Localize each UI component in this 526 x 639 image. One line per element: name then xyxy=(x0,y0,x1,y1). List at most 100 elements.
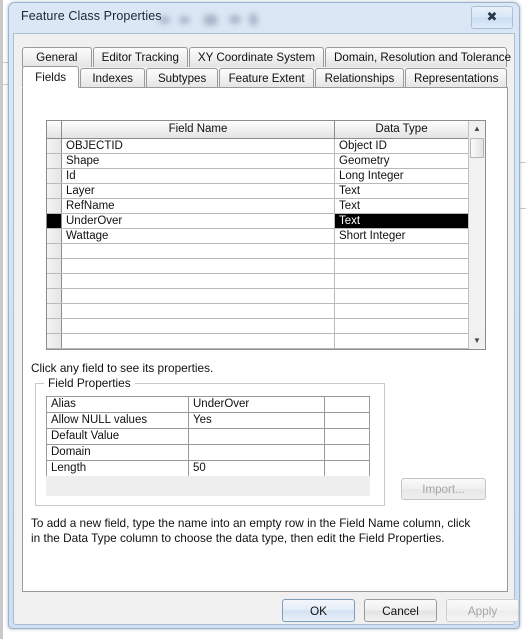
row-selector-cell[interactable] xyxy=(47,214,62,228)
fields-tab-panel: Field Name Data Type OBJECTID Object ID Sh… xyxy=(22,87,508,592)
tab-general[interactable]: General xyxy=(22,47,92,67)
field-grid-row[interactable] xyxy=(47,319,468,334)
row-selector-cell[interactable] xyxy=(47,199,62,213)
field-grid-row[interactable] xyxy=(47,289,468,304)
property-value[interactable]: UnderOver xyxy=(189,397,325,412)
row-selector-cell[interactable] xyxy=(47,274,62,288)
field-grid[interactable]: Field Name Data Type OBJECTID Object ID Sh… xyxy=(46,120,486,350)
tab-xy-coordinate-system[interactable]: XY Coordinate System xyxy=(188,47,324,67)
field-property-row[interactable]: Length 50 xyxy=(47,461,369,477)
apply-button[interactable]: Apply xyxy=(446,599,519,622)
row-selector-cell[interactable] xyxy=(47,319,62,333)
cell-data-type[interactable] xyxy=(335,274,468,288)
cell-data-type[interactable] xyxy=(335,244,468,258)
scrollbar-thumb[interactable] xyxy=(470,138,484,158)
property-extra-cell xyxy=(325,461,369,476)
property-value[interactable] xyxy=(189,445,325,460)
field-properties-group: Field Properties Alias UnderOver Allow NUL… xyxy=(35,376,385,506)
grid-corner-cell xyxy=(47,121,62,138)
cell-field-name[interactable]: Wattage xyxy=(62,229,335,243)
field-grid-row[interactable] xyxy=(47,304,468,319)
cell-field-name[interactable]: Id xyxy=(62,169,335,183)
row-selector-cell[interactable] xyxy=(47,289,62,303)
field-grid-row[interactable] xyxy=(47,259,468,274)
cell-field-name[interactable] xyxy=(62,259,335,273)
row-selector-cell[interactable] xyxy=(47,169,62,183)
cell-data-type[interactable] xyxy=(335,259,468,273)
cell-data-type[interactable]: Object ID xyxy=(335,139,468,153)
field-properties-title: Field Properties xyxy=(44,376,135,390)
cell-data-type[interactable] xyxy=(335,334,468,348)
desktop-edge-strip xyxy=(0,0,3,639)
field-grid-row[interactable] xyxy=(47,274,468,289)
tab-editor-tracking[interactable]: Editor Tracking xyxy=(92,47,188,67)
cell-data-type[interactable]: Long Integer xyxy=(335,169,468,183)
cell-field-name[interactable]: OBJECTID xyxy=(62,139,335,153)
cell-data-type[interactable] xyxy=(335,319,468,333)
row-selector-cell[interactable] xyxy=(47,244,62,258)
cell-field-name[interactable] xyxy=(62,244,335,258)
field-grid-row[interactable]: Id Long Integer xyxy=(47,169,468,184)
cell-data-type[interactable]: Text xyxy=(335,184,468,198)
row-selector-cell[interactable] xyxy=(47,139,62,153)
field-grid-scrollbar[interactable]: ▲ ▼ xyxy=(468,121,485,349)
import-button[interactable]: Import... xyxy=(401,478,486,500)
ok-button[interactable]: OK xyxy=(282,599,355,622)
field-property-row[interactable]: Alias UnderOver xyxy=(47,397,369,413)
cell-field-name[interactable] xyxy=(62,304,335,318)
row-selector-cell[interactable] xyxy=(47,184,62,198)
cell-data-type[interactable]: Text xyxy=(335,199,468,213)
tab-subtypes[interactable]: Subtypes xyxy=(146,68,219,88)
cell-data-type[interactable] xyxy=(335,289,468,303)
column-header-data-type[interactable]: Data Type xyxy=(335,121,468,138)
field-grid-row[interactable]: RefName Text xyxy=(47,199,468,214)
tab-representations[interactable]: Representations xyxy=(404,68,507,88)
field-properties-table[interactable]: Alias UnderOver Allow NULL values Yes Defaul… xyxy=(46,396,370,477)
tab-relationships[interactable]: Relationships xyxy=(314,68,404,88)
property-value[interactable]: Yes xyxy=(189,413,325,428)
cell-data-type[interactable]: Geometry xyxy=(335,154,468,168)
property-label: Alias xyxy=(47,397,189,412)
scroll-up-arrow-icon[interactable]: ▲ xyxy=(469,121,485,137)
redacted-title-suffix xyxy=(159,11,279,27)
row-selector-cell[interactable] xyxy=(47,304,62,318)
field-property-row[interactable]: Allow NULL values Yes xyxy=(47,413,369,429)
tab-fields[interactable]: Fields xyxy=(22,66,80,88)
field-grid-row[interactable]: Layer Text xyxy=(47,184,468,199)
cell-field-name[interactable]: Layer xyxy=(62,184,335,198)
cell-field-name[interactable] xyxy=(62,289,335,303)
field-property-row[interactable]: Default Value xyxy=(47,429,369,445)
row-selector-cell[interactable] xyxy=(47,154,62,168)
property-value[interactable]: 50 xyxy=(189,461,325,476)
cell-field-name[interactable] xyxy=(62,334,335,348)
tab-indexes[interactable]: Indexes xyxy=(80,68,146,88)
cell-data-type[interactable]: Text xyxy=(335,214,468,228)
cell-data-type[interactable]: Short Integer xyxy=(335,229,468,243)
field-hint-text: Click any field to see its properties. xyxy=(31,361,214,375)
field-grid-row[interactable]: Shape Geometry xyxy=(47,154,468,169)
cancel-button[interactable]: Cancel xyxy=(364,599,437,622)
row-selector-cell[interactable] xyxy=(47,259,62,273)
field-grid-row[interactable] xyxy=(47,244,468,259)
row-selector-cell[interactable] xyxy=(47,229,62,243)
field-grid-row[interactable]: Wattage Short Integer xyxy=(47,229,468,244)
tab-domain-resolution-tolerance[interactable]: Domain, Resolution and Tolerance xyxy=(325,47,511,67)
tab-feature-extent[interactable]: Feature Extent xyxy=(219,68,314,88)
column-header-field-name[interactable]: Field Name xyxy=(62,121,335,138)
field-property-row[interactable]: Domain xyxy=(47,445,369,461)
row-selector-cell[interactable] xyxy=(47,334,62,348)
cell-data-type[interactable] xyxy=(335,304,468,318)
cell-field-name[interactable] xyxy=(62,274,335,288)
cell-field-name[interactable]: RefName xyxy=(62,199,335,213)
cell-field-name[interactable]: Shape xyxy=(62,154,335,168)
scroll-down-arrow-icon[interactable]: ▼ xyxy=(469,333,485,349)
field-grid-row[interactable]: UnderOver Text xyxy=(47,214,468,229)
cell-field-name[interactable] xyxy=(62,319,335,333)
property-value[interactable] xyxy=(189,429,325,444)
cell-field-name[interactable]: UnderOver xyxy=(62,214,335,228)
property-extra-cell xyxy=(325,397,369,412)
field-grid-row[interactable] xyxy=(47,334,468,349)
close-button[interactable]: ✖ xyxy=(471,6,513,29)
field-grid-row[interactable]: OBJECTID Object ID xyxy=(47,139,468,154)
field-properties-filler xyxy=(46,476,370,496)
